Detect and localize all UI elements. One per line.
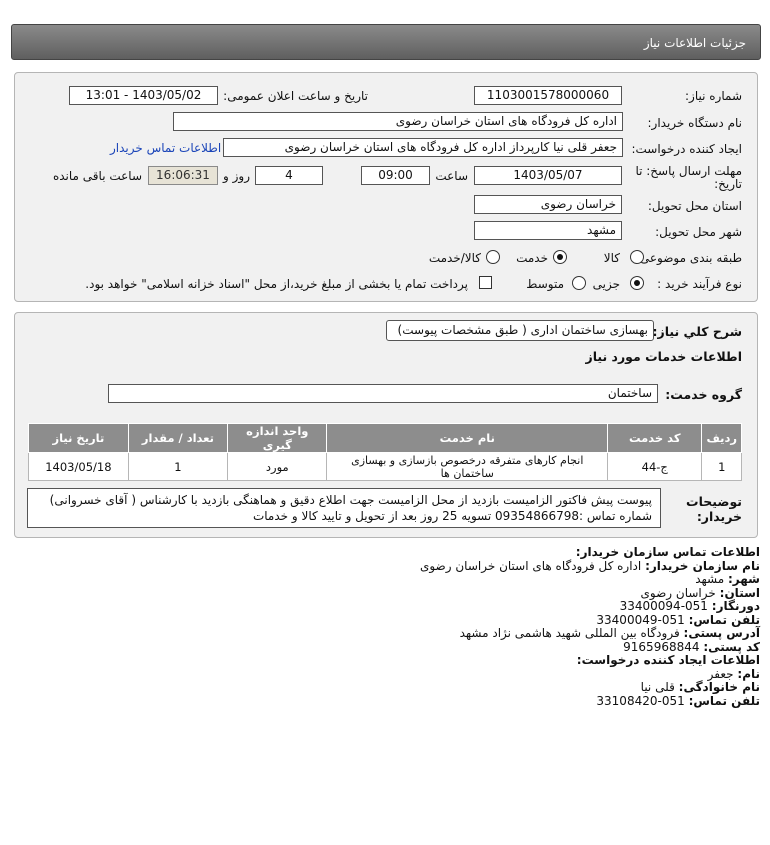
city-contact-value: مشهد — [695, 572, 725, 586]
org-name-value: اداره کل فرودگاه های استان خراسان رضوی — [419, 558, 642, 573]
category-radio-service[interactable] — [553, 250, 567, 264]
need-number-field: 1103001578000060 — [474, 86, 622, 105]
city-label: شهر محل تحویل: — [655, 225, 742, 239]
cell-need-date: 1403/05/18 — [28, 452, 129, 481]
buyer-notes-line-1: پیوست پیش فاکتور الزامیست بازدید از محل … — [49, 493, 652, 507]
buyer-notes-box: پیوست پیش فاکتور الزامیست بازدید از محل … — [27, 488, 661, 528]
announce-datetime-field: 1403/05/02 - 13:01 — [69, 86, 218, 105]
process-option-minor: جزیی — [592, 277, 620, 291]
phone-value: 051-33400049 — [596, 612, 685, 627]
city-contact-label: شهر: — [728, 572, 760, 586]
province-contact-value: خراسان رضوی — [640, 585, 716, 600]
cell-unit: مورد — [227, 452, 328, 481]
table-row: 1 ج-44 انجام کارهای متفرقه درخصوص بازساز… — [28, 452, 742, 481]
contact-info-section: اطلاعات تماس سازمان خریدار: نام سازمان خ… — [20, 545, 760, 708]
creator-field: جعفر قلی نیا کارپرداز اداره کل فرودگاه ه… — [223, 138, 623, 157]
buyer-notes-label: توضیحات — [686, 494, 742, 509]
postal-code-value: 9165968844 — [623, 639, 700, 654]
buyer-org-field: اداره کل فرودگاه های استان خراسان رضوی — [173, 112, 623, 131]
buyer-org-label: نام دستگاه خریدار: — [647, 116, 743, 130]
province-label: استان محل تحویل: — [647, 199, 742, 213]
cell-quantity: 1 — [127, 452, 229, 481]
cell-service-code: ج-44 — [607, 452, 703, 481]
deadline-time-field: 09:00 — [361, 166, 430, 185]
phone-label: تلفن تماس: — [688, 612, 760, 627]
summary-label: شرح کلي نياز: — [652, 324, 742, 339]
org-name-label: نام سازمان خریدار: — [645, 558, 760, 573]
time-remaining-label: ساعت باقی مانده — [52, 169, 142, 183]
announce-datetime-label: تاریخ و ساعت اعلان عمومی: — [223, 89, 368, 103]
process-radio-minor[interactable] — [630, 276, 644, 290]
category-option-goods-service: کالا/خدمت — [428, 251, 481, 265]
category-label: طبقه بندی موضوعی: — [635, 251, 742, 265]
city-field: مشهد — [474, 221, 622, 240]
summary-field: بهسازی ساختمان اداری ( طبق مشخصات پیوست) — [386, 320, 654, 341]
service-group-field: ساختمان — [108, 384, 658, 403]
address-value: فرودگاه بین المللی شهید هاشمی نژاد مشهد — [459, 626, 680, 640]
first-name-value: جعفر — [707, 666, 734, 681]
process-option-medium: متوسط — [526, 277, 564, 291]
general-info-panel — [14, 72, 758, 302]
col-unit-header: واحد اندازه گیری — [227, 423, 328, 453]
treasury-payment-note: پرداخت تمام یا بخشی از مبلغ خرید،از محل … — [85, 277, 468, 291]
cell-service-name: انجام کارهای متفرقه درخصوص بازسازی و بهس… — [326, 452, 609, 481]
buyer-notes-label-2: خریدار: — [696, 509, 742, 524]
org-contact-heading: اطلاعات تماس سازمان خریدار: — [575, 545, 760, 559]
col-date-header: تاریخ نیاز — [28, 423, 129, 453]
postal-code-label: کد پستی: — [703, 639, 760, 654]
need-details-page: جزئیات اطلاعات نیاز شماره نیاز: 11030015… — [0, 0, 770, 845]
creator-phone-value: 051-33108420 — [596, 693, 685, 708]
service-group-label: گروه خدمت: — [665, 387, 742, 402]
province-field: خراسان رضوی — [474, 195, 622, 214]
category-option-service: خدمت — [516, 251, 548, 265]
last-name-value: قلی نیا — [640, 680, 675, 694]
first-name-label: نام: — [737, 666, 760, 681]
need-number-label: شماره نیاز: — [685, 89, 742, 103]
services-table: ردیف کد خدمت نام خدمت واحد اندازه گیری ت… — [28, 423, 742, 481]
time-remaining-field: 16:06:31 — [148, 166, 218, 185]
col-code-header: کد خدمت — [607, 423, 703, 453]
deadline-label: مهلت ارسال پاسخ: تا — [635, 164, 742, 178]
process-radio-medium[interactable] — [572, 276, 586, 290]
creator-label: ایجاد کننده درخواست: — [631, 142, 742, 156]
category-radio-goods-service[interactable] — [486, 250, 500, 264]
days-remaining-field: 4 — [255, 166, 323, 185]
category-option-goods: کالا — [603, 251, 620, 265]
buyer-contact-link[interactable]: اطلاعات تماس خریدار — [110, 141, 221, 155]
cell-row-number: 1 — [701, 452, 742, 481]
table-header-row: ردیف کد خدمت نام خدمت واحد اندازه گیری ت… — [28, 423, 742, 453]
col-row-header: ردیف — [701, 423, 742, 453]
deadline-time-label: ساعت — [435, 169, 468, 183]
col-name-header: نام خدمت — [326, 423, 609, 453]
process-type-label: نوع فرآیند خرید : — [657, 277, 742, 291]
page-title: جزئیات اطلاعات نیاز — [11, 24, 761, 60]
fax-value: 051-33400094 — [619, 599, 708, 613]
province-contact-label: استان: — [719, 585, 760, 600]
category-radio-goods[interactable] — [630, 250, 644, 264]
buyer-notes-line-2: شماره تماس :09354866798 تسویه 25 روز بعد… — [252, 509, 652, 523]
last-name-label: نام خانوادگی: — [678, 680, 760, 694]
deadline-date-label: تاریخ: — [714, 177, 742, 191]
services-section-title: اطلاعات خدمات مورد نیاز — [585, 349, 743, 364]
days-label: روز و — [223, 169, 250, 183]
creator-contact-heading: اطلاعات ایجاد کننده درخواست: — [576, 653, 760, 667]
fax-label: دورنگار: — [711, 599, 760, 613]
creator-phone-label: تلفن تماس: — [688, 693, 760, 708]
address-label: آدرس پستی: — [683, 626, 760, 640]
deadline-date-field: 1403/05/07 — [474, 166, 622, 185]
col-qty-header: تعداد / مقدار — [127, 423, 229, 453]
treasury-payment-checkbox[interactable] — [479, 276, 492, 289]
